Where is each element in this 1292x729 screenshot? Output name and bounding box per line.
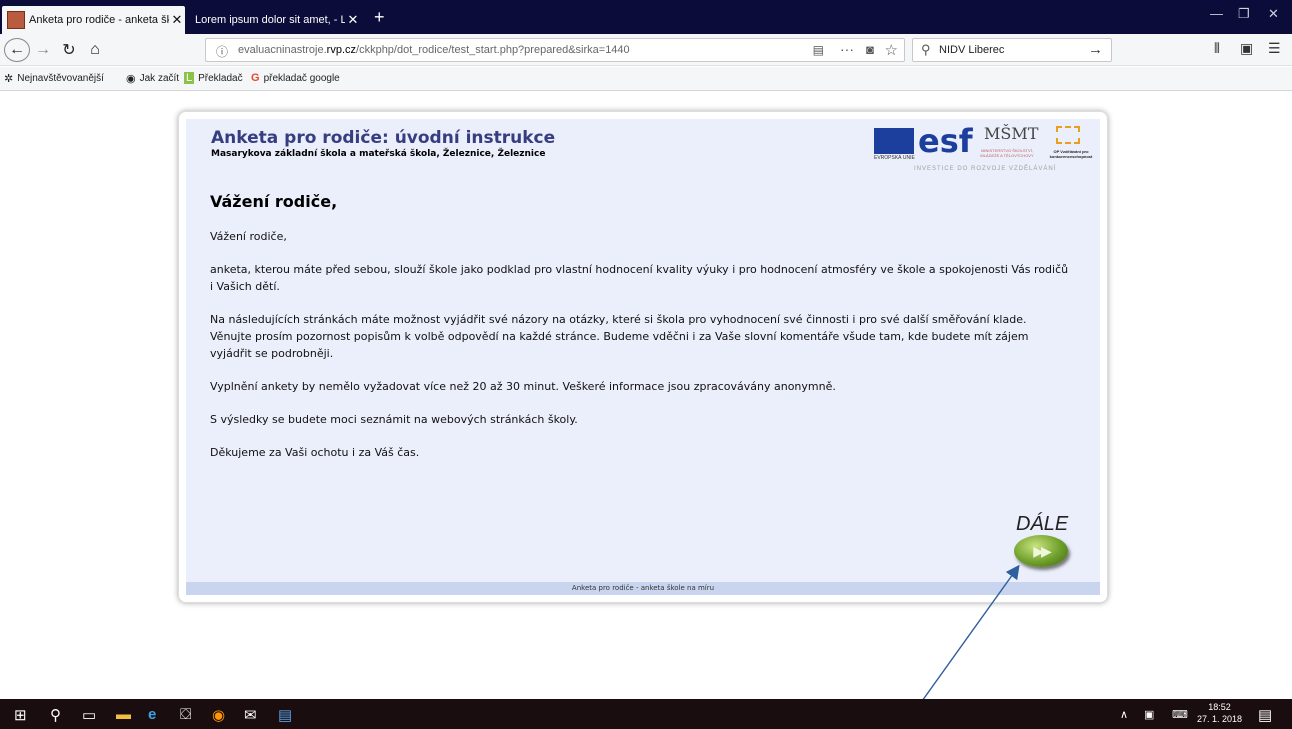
tab-title: Anketa pro rodiče - anketa škol bbox=[29, 14, 169, 26]
eu-flag-icon bbox=[874, 128, 914, 154]
clock-time: 18:52 bbox=[1208, 702, 1231, 712]
gear-icon: ✲ bbox=[4, 73, 14, 85]
info-icon[interactable]: ⓘ bbox=[216, 43, 228, 60]
survey-inner: Anketa pro rodiče: úvodní instrukce Masa… bbox=[186, 119, 1100, 595]
close-window-icon[interactable]: ✕ bbox=[1268, 6, 1279, 22]
reload-button[interactable]: ↻ bbox=[58, 38, 80, 62]
bookmark-star-icon[interactable]: ☆ bbox=[885, 41, 898, 59]
network-icon[interactable]: ▣ bbox=[1144, 708, 1154, 721]
paragraph: Na následujících stránkách máte možnost … bbox=[210, 313, 1029, 360]
eu-caption: EVROPSKÁ UNIE bbox=[874, 155, 915, 161]
firefox-icon[interactable]: ◉ bbox=[212, 706, 225, 724]
windows-taskbar: ⊞ ⚲ ▭ ▬ e ⛋ ◉ ✉ ▤ ∧ ▣ ⌨ 18:52 27. 1. 201… bbox=[0, 699, 1292, 729]
forward-arrow-icon: → bbox=[35, 41, 51, 58]
page-title: Anketa pro rodiče: úvodní instrukce bbox=[211, 128, 556, 148]
restore-icon[interactable]: ❐ bbox=[1238, 6, 1250, 22]
greeting-heading: Vážení rodiče, bbox=[210, 192, 338, 211]
keyboard-icon[interactable]: ⌨ bbox=[1172, 708, 1188, 721]
edge-icon[interactable]: e bbox=[148, 706, 156, 723]
menu-icon[interactable]: ☰ bbox=[1268, 40, 1281, 57]
close-tab-icon[interactable]: ✕ bbox=[345, 12, 361, 28]
survey-panel: Anketa pro rodiče: úvodní instrukce Masa… bbox=[178, 111, 1108, 603]
tab-lorem[interactable]: Lorem ipsum dolor sit amet, - Linkt ✕ bbox=[189, 6, 361, 34]
address-bar[interactable]: ⓘ evaluacninastroje.rvp.cz/ckkphp/dot_ro… bbox=[205, 38, 905, 62]
search-input[interactable]: NIDV Liberec bbox=[939, 44, 1004, 56]
bookmarks-bar: ✲ Nejnavštěvovanější ◉ Jak začít L Překlada… bbox=[0, 67, 1292, 91]
bookmark-getting-started[interactable]: ◉ Jak začít bbox=[126, 72, 179, 85]
navigation-bar: ← → ↻ ⌂ ⓘ evaluacninastroje.rvp.cz/ckkph… bbox=[0, 34, 1292, 66]
paragraph: S výsledky se budete moci seznámit na we… bbox=[210, 413, 578, 426]
op-logo-icon bbox=[1056, 126, 1080, 144]
tab-anketa[interactable]: Anketa pro rodiče - anketa škol ✕ bbox=[2, 6, 185, 34]
mail-icon[interactable]: ✉ bbox=[244, 706, 257, 724]
search-go-icon[interactable]: → bbox=[1088, 41, 1103, 58]
pocket-icon[interactable]: ◙ bbox=[866, 42, 874, 57]
op-caption: OP Vzdělávání pro konkurenceschopnost bbox=[1049, 149, 1093, 159]
system-clock[interactable]: 18:52 27. 1. 2018 bbox=[1197, 701, 1242, 725]
page-footer: Anketa pro rodiče - anketa škole na míru bbox=[186, 582, 1100, 595]
bookmark-google-translator[interactable]: Gpřekladač google bbox=[251, 72, 340, 84]
school-name: Masarykova základní škola a mateřská ško… bbox=[211, 149, 546, 159]
msmt-logo: MŠMT bbox=[984, 124, 1039, 143]
next-button[interactable]: DÁLE ▶▶ bbox=[1004, 513, 1074, 573]
bookmark-most-visited[interactable]: ✲ Nejnavštěvovanější bbox=[4, 72, 104, 85]
search-icon[interactable]: ⚲ bbox=[50, 706, 61, 724]
home-button[interactable]: ⌂ bbox=[84, 38, 106, 62]
site-favicon-icon bbox=[7, 11, 25, 29]
paragraph: Vážení rodiče, bbox=[210, 230, 287, 243]
esf-logo: esf bbox=[918, 122, 973, 160]
minimize-icon[interactable]: — bbox=[1210, 6, 1223, 21]
logo-strip: EVROPSKÁ UNIE esf MŠMT MINISTERSTVO ŠKOL… bbox=[872, 122, 1100, 176]
windows-start-icon[interactable]: ⊞ bbox=[14, 706, 27, 724]
msmt-caption: MINISTERSTVO ŠKOLSTVÍ, MLÁDEŽE A TĚLOVÝC… bbox=[980, 148, 1034, 158]
document-icon[interactable]: ▤ bbox=[278, 706, 292, 724]
url-text[interactable]: evaluacninastroje.rvp.cz/ckkphp/dot_rodi… bbox=[238, 44, 630, 56]
close-tab-icon[interactable]: ✕ bbox=[169, 12, 185, 28]
home-icon: ⌂ bbox=[90, 41, 100, 58]
translator-icon: L bbox=[184, 72, 195, 84]
next-label[interactable]: DÁLE bbox=[1016, 513, 1068, 536]
firefox-icon: ◉ bbox=[126, 73, 136, 85]
page-actions-icon[interactable]: ··· bbox=[840, 41, 854, 57]
instructions-text: Vážení rodiče, anketa, kterou máte před … bbox=[210, 228, 1070, 477]
sidebar-icon[interactable]: ▣ bbox=[1240, 40, 1253, 57]
investment-caption: INVESTICE DO ROZVOJE VZDĚLÁVÁNÍ bbox=[914, 166, 1057, 172]
show-hidden-icons-icon[interactable]: ∧ bbox=[1120, 708, 1128, 721]
bookmark-translator[interactable]: L Překladač bbox=[184, 72, 243, 84]
paragraph: Vyplnění ankety by nemělo vyžadovat více… bbox=[210, 380, 836, 393]
file-explorer-icon[interactable]: ▬ bbox=[116, 706, 131, 723]
store-icon[interactable]: ⛋ bbox=[180, 706, 191, 723]
paragraph: Děkujeme za Vaši ochotu i za Váš čas. bbox=[210, 446, 420, 459]
task-view-icon[interactable]: ▭ bbox=[82, 706, 96, 724]
clock-date: 27. 1. 2018 bbox=[1197, 714, 1243, 724]
new-tab-button[interactable]: + bbox=[374, 6, 385, 28]
tab-title: Lorem ipsum dolor sit amet, - Linkt bbox=[195, 14, 345, 26]
back-arrow-icon: ← bbox=[9, 41, 25, 58]
library-icon[interactable]: ⫴ bbox=[1214, 40, 1220, 57]
reload-icon: ↻ bbox=[62, 42, 76, 59]
tab-bar: Anketa pro rodiče - anketa škol ✕ Lorem … bbox=[0, 0, 1292, 34]
forward-button[interactable]: → bbox=[32, 38, 54, 62]
back-button[interactable]: ← bbox=[4, 38, 30, 62]
page-content: Anketa pro rodiče: úvodní instrukce Masa… bbox=[0, 92, 1292, 699]
google-icon: G bbox=[251, 72, 260, 84]
fast-forward-icon[interactable]: ▶▶ bbox=[1014, 535, 1068, 567]
reader-view-icon[interactable]: ▤ bbox=[813, 43, 824, 57]
paragraph: anketa, kterou máte před sebou, slouží š… bbox=[210, 263, 1069, 293]
search-box[interactable]: ⚲ NIDV Liberec → bbox=[912, 38, 1112, 62]
search-icon: ⚲ bbox=[921, 42, 931, 57]
action-center-icon[interactable]: ▤ bbox=[1258, 706, 1272, 724]
